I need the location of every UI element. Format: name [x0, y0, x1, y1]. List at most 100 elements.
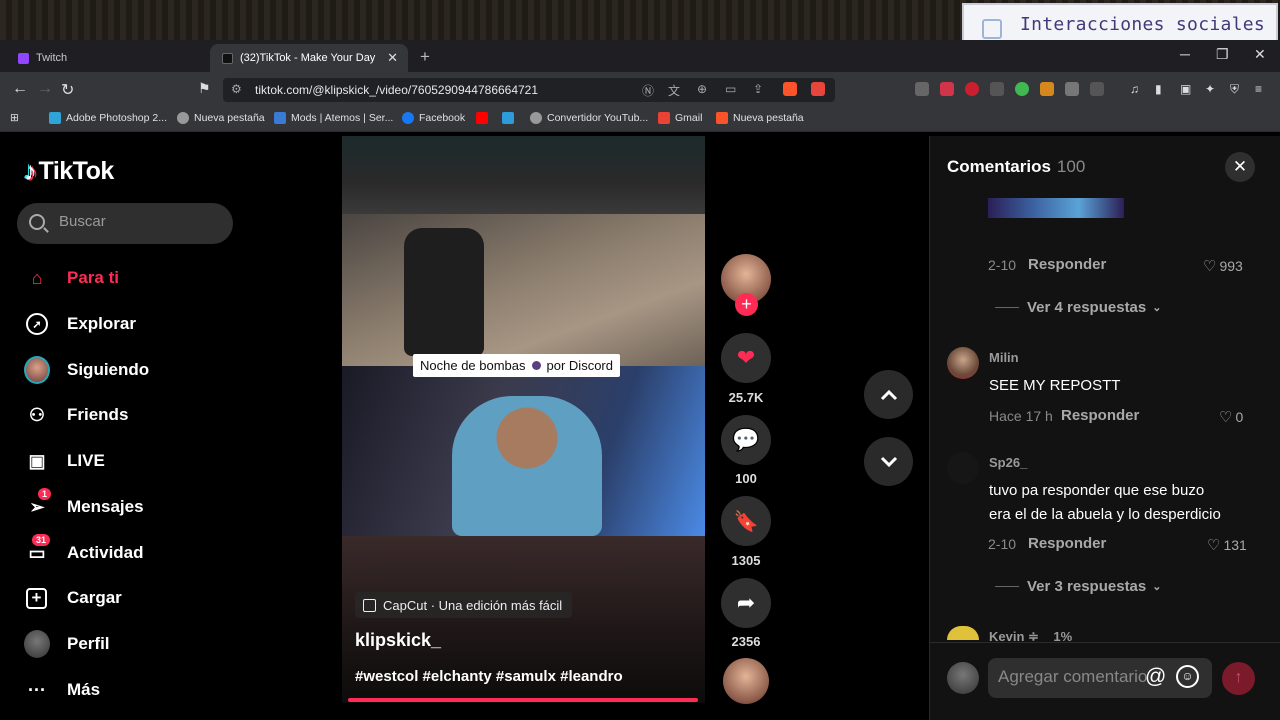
video-frame: [342, 136, 705, 214]
stream-overlay-card: Interacciones sociales: [962, 3, 1278, 40]
tab-twitch[interactable]: Twitch: [6, 44, 206, 72]
zoom-icon[interactable]: ⊕: [697, 82, 707, 96]
emoji-icon[interactable]: ☺: [1176, 665, 1199, 688]
search-input[interactable]: [59, 213, 219, 230]
leo-icon[interactable]: ✦: [1205, 82, 1215, 96]
previous-video-button[interactable]: [864, 370, 913, 419]
bookmark-converter[interactable]: Convertidor YouTub...: [530, 112, 648, 124]
sidebar-toggle-icon[interactable]: ▮: [1155, 82, 1162, 96]
url-text[interactable]: tiktok.com/@klipskick_/video/76052909447…: [255, 83, 538, 97]
nav-friends[interactable]: ⚇ Friends: [24, 399, 128, 431]
maximize-button[interactable]: ❐: [1216, 46, 1229, 63]
comment-like-button[interactable]: ♡ 131: [1207, 536, 1247, 554]
tab-label: (32)TikTok - Make Your Day: [240, 52, 376, 64]
extension-icon[interactable]: [1090, 82, 1104, 96]
comment-like-button[interactable]: ♡ 993: [1203, 257, 1243, 275]
discord-sticker: Noche de bombas por Discord: [413, 354, 620, 377]
save-button[interactable]: 🔖: [721, 496, 771, 546]
bookmark-youtube[interactable]: [476, 112, 493, 124]
comment-image[interactable]: [988, 198, 1124, 218]
next-video-button[interactable]: [864, 437, 913, 486]
nav-explorar[interactable]: ➚ Explorar: [24, 308, 136, 340]
close-window-button[interactable]: ✕: [1254, 46, 1266, 63]
nav-cargar[interactable]: + Cargar: [24, 582, 122, 614]
reply-button[interactable]: Responder: [1028, 535, 1106, 552]
mention-icon[interactable]: @: [1145, 665, 1166, 689]
search-icon: [29, 214, 45, 230]
nav-mas[interactable]: ··· Más: [24, 674, 100, 706]
avatar[interactable]: [947, 452, 979, 484]
bookmark-gmail[interactable]: Gmail: [658, 112, 702, 124]
avatar[interactable]: [947, 347, 979, 379]
like-count: 25.7K: [728, 390, 764, 405]
capcut-link[interactable]: CapCut · Una edición más fácil: [355, 592, 573, 618]
forward-button[interactable]: →: [37, 80, 53, 98]
comment-button[interactable]: 💬: [721, 415, 771, 465]
divider: [995, 307, 1019, 308]
reply-button[interactable]: Responder: [1061, 407, 1139, 424]
search-box[interactable]: [17, 203, 233, 244]
close-comments-button[interactable]: ✕: [1225, 152, 1255, 182]
post-comment-button[interactable]: ↑: [1222, 662, 1255, 695]
view-replies-button[interactable]: Ver 4 respuestas ⌄: [995, 299, 1161, 316]
close-tab-icon[interactable]: ✕: [387, 50, 398, 66]
vpn-icon[interactable]: ⛨: [1230, 82, 1239, 97]
music-icon[interactable]: ♫: [1130, 82, 1139, 96]
bookmark-facebook[interactable]: Facebook: [402, 112, 465, 124]
comment-username[interactable]: Milin: [989, 350, 1019, 365]
reply-button[interactable]: Responder: [1028, 256, 1106, 273]
streamer: [452, 396, 602, 536]
nav-siguiendo[interactable]: Siguiendo: [24, 354, 149, 386]
puzzle-icon[interactable]: [1065, 82, 1079, 96]
bookmark-icon[interactable]: ⚑: [198, 80, 211, 97]
nav-actividad[interactable]: ▭ 31 Actividad: [24, 534, 144, 569]
view-replies-button[interactable]: Ver 3 respuestas ⌄: [995, 578, 1161, 595]
bookmark-new-tab[interactable]: Nueva pestaña: [177, 112, 265, 124]
like-button[interactable]: ❤: [721, 333, 771, 383]
bookmark-photoshop[interactable]: Adobe Photoshop 2...: [49, 112, 167, 124]
home-icon: ⌂: [31, 267, 43, 288]
tiktok-logo[interactable]: ♪ TikTok: [24, 156, 114, 187]
bookmark-l[interactable]: [502, 112, 519, 124]
extension-icon[interactable]: [1040, 82, 1054, 96]
reload-button[interactable]: ↻: [61, 80, 74, 100]
comment-input[interactable]: [998, 667, 1148, 687]
tab-label: Twitch: [36, 52, 68, 64]
extension-icon[interactable]: [965, 82, 979, 96]
video-author[interactable]: klipskick_: [355, 630, 441, 651]
back-button[interactable]: ←: [12, 80, 28, 98]
comment-date: 2-10: [988, 536, 1017, 552]
tab-tiktok[interactable]: (32)TikTok - Make Your Day ✕: [210, 44, 408, 72]
menu-icon[interactable]: ≡: [1255, 82, 1262, 96]
comment-like-button[interactable]: ♡ 0: [1219, 408, 1243, 426]
nav-para-ti[interactable]: ⌂ Para ti: [24, 262, 119, 294]
extension-icon[interactable]: [1015, 82, 1029, 96]
sound-disc-avatar[interactable]: [723, 658, 769, 704]
minimize-button[interactable]: ─: [1180, 46, 1190, 62]
video-hashtags[interactable]: #westcol #elchanty #samulx #leandro: [355, 668, 623, 685]
share-icon[interactable]: ⇪: [753, 82, 763, 96]
site-info-icon[interactable]: ⚙: [231, 82, 242, 96]
bookmark-new-tab-2[interactable]: Nueva pestaña: [716, 112, 804, 124]
comment-username[interactable]: Sp26_: [989, 455, 1027, 470]
nav-mensajes[interactable]: ➢ 1 Mensajes: [24, 488, 144, 523]
cast-icon[interactable]: ▭: [725, 82, 736, 96]
new-tab-button[interactable]: +: [420, 47, 430, 67]
nav-perfil[interactable]: Perfil: [24, 628, 110, 660]
translate-icon[interactable]: 文: [668, 82, 680, 99]
extension-icon[interactable]: [990, 82, 1004, 96]
extension-icon[interactable]: [940, 82, 954, 96]
brave-shield-icon[interactable]: [783, 82, 797, 96]
wallet-icon[interactable]: ▣: [1180, 82, 1191, 96]
brave-rewards-icon[interactable]: [811, 82, 825, 96]
comments-panel: [929, 136, 1280, 720]
messages-badge: 1: [38, 488, 52, 500]
video-progress-bar[interactable]: [348, 698, 698, 702]
bookmark-mods[interactable]: Mods | Atemos | Ser...: [274, 112, 393, 124]
apps-icon[interactable]: ⊞: [10, 112, 19, 124]
nav-live[interactable]: ▣ LIVE: [24, 445, 104, 477]
share-button[interactable]: ➦: [721, 578, 771, 628]
no-tracking-icon[interactable]: Ⓝ: [642, 82, 654, 99]
follow-plus-icon[interactable]: +: [735, 293, 758, 316]
extension-icon[interactable]: [915, 82, 929, 96]
